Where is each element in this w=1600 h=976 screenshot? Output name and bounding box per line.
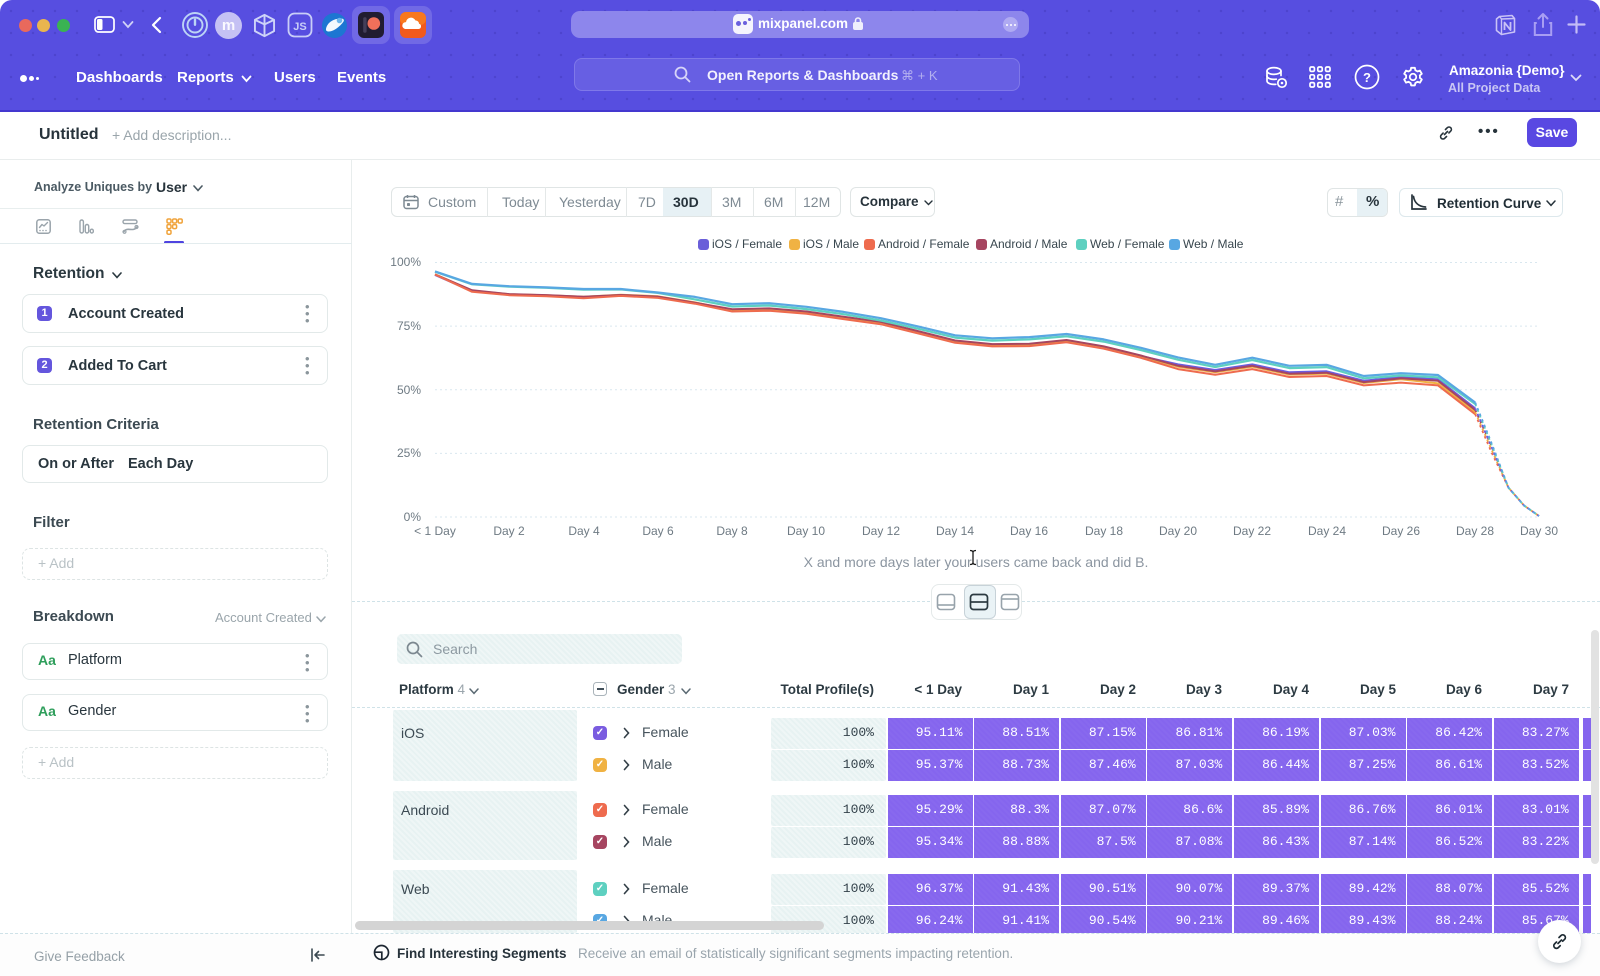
svg-text:25%: 25% bbox=[397, 446, 421, 460]
svg-text:Day 28: Day 28 bbox=[1456, 524, 1494, 538]
svg-text:JS: JS bbox=[293, 21, 306, 33]
svg-text:Day 14: Day 14 bbox=[936, 524, 974, 538]
svg-text:Day 20: Day 20 bbox=[1159, 524, 1197, 538]
svg-text:Day 16: Day 16 bbox=[1010, 524, 1048, 538]
svg-text:Day 2: Day 2 bbox=[493, 524, 525, 538]
svg-text:Day 10: Day 10 bbox=[787, 524, 825, 538]
svg-text:0%: 0% bbox=[404, 510, 422, 524]
svg-text:Day 4: Day 4 bbox=[568, 524, 600, 538]
svg-text:Day 12: Day 12 bbox=[862, 524, 900, 538]
svg-text:< 1 Day: < 1 Day bbox=[414, 524, 456, 538]
svg-text:Day 18: Day 18 bbox=[1085, 524, 1123, 538]
svg-text:Day 8: Day 8 bbox=[716, 524, 748, 538]
svg-text:Day 6: Day 6 bbox=[642, 524, 674, 538]
svg-text:Day 30: Day 30 bbox=[1520, 524, 1558, 538]
svg-text:Day 22: Day 22 bbox=[1233, 524, 1271, 538]
svg-text:100%: 100% bbox=[390, 255, 421, 269]
svg-text:?: ? bbox=[1363, 70, 1371, 85]
svg-text:75%: 75% bbox=[397, 319, 421, 333]
svg-text:50%: 50% bbox=[397, 383, 421, 397]
svg-text:Day 26: Day 26 bbox=[1382, 524, 1420, 538]
svg-text:Day 24: Day 24 bbox=[1308, 524, 1346, 538]
